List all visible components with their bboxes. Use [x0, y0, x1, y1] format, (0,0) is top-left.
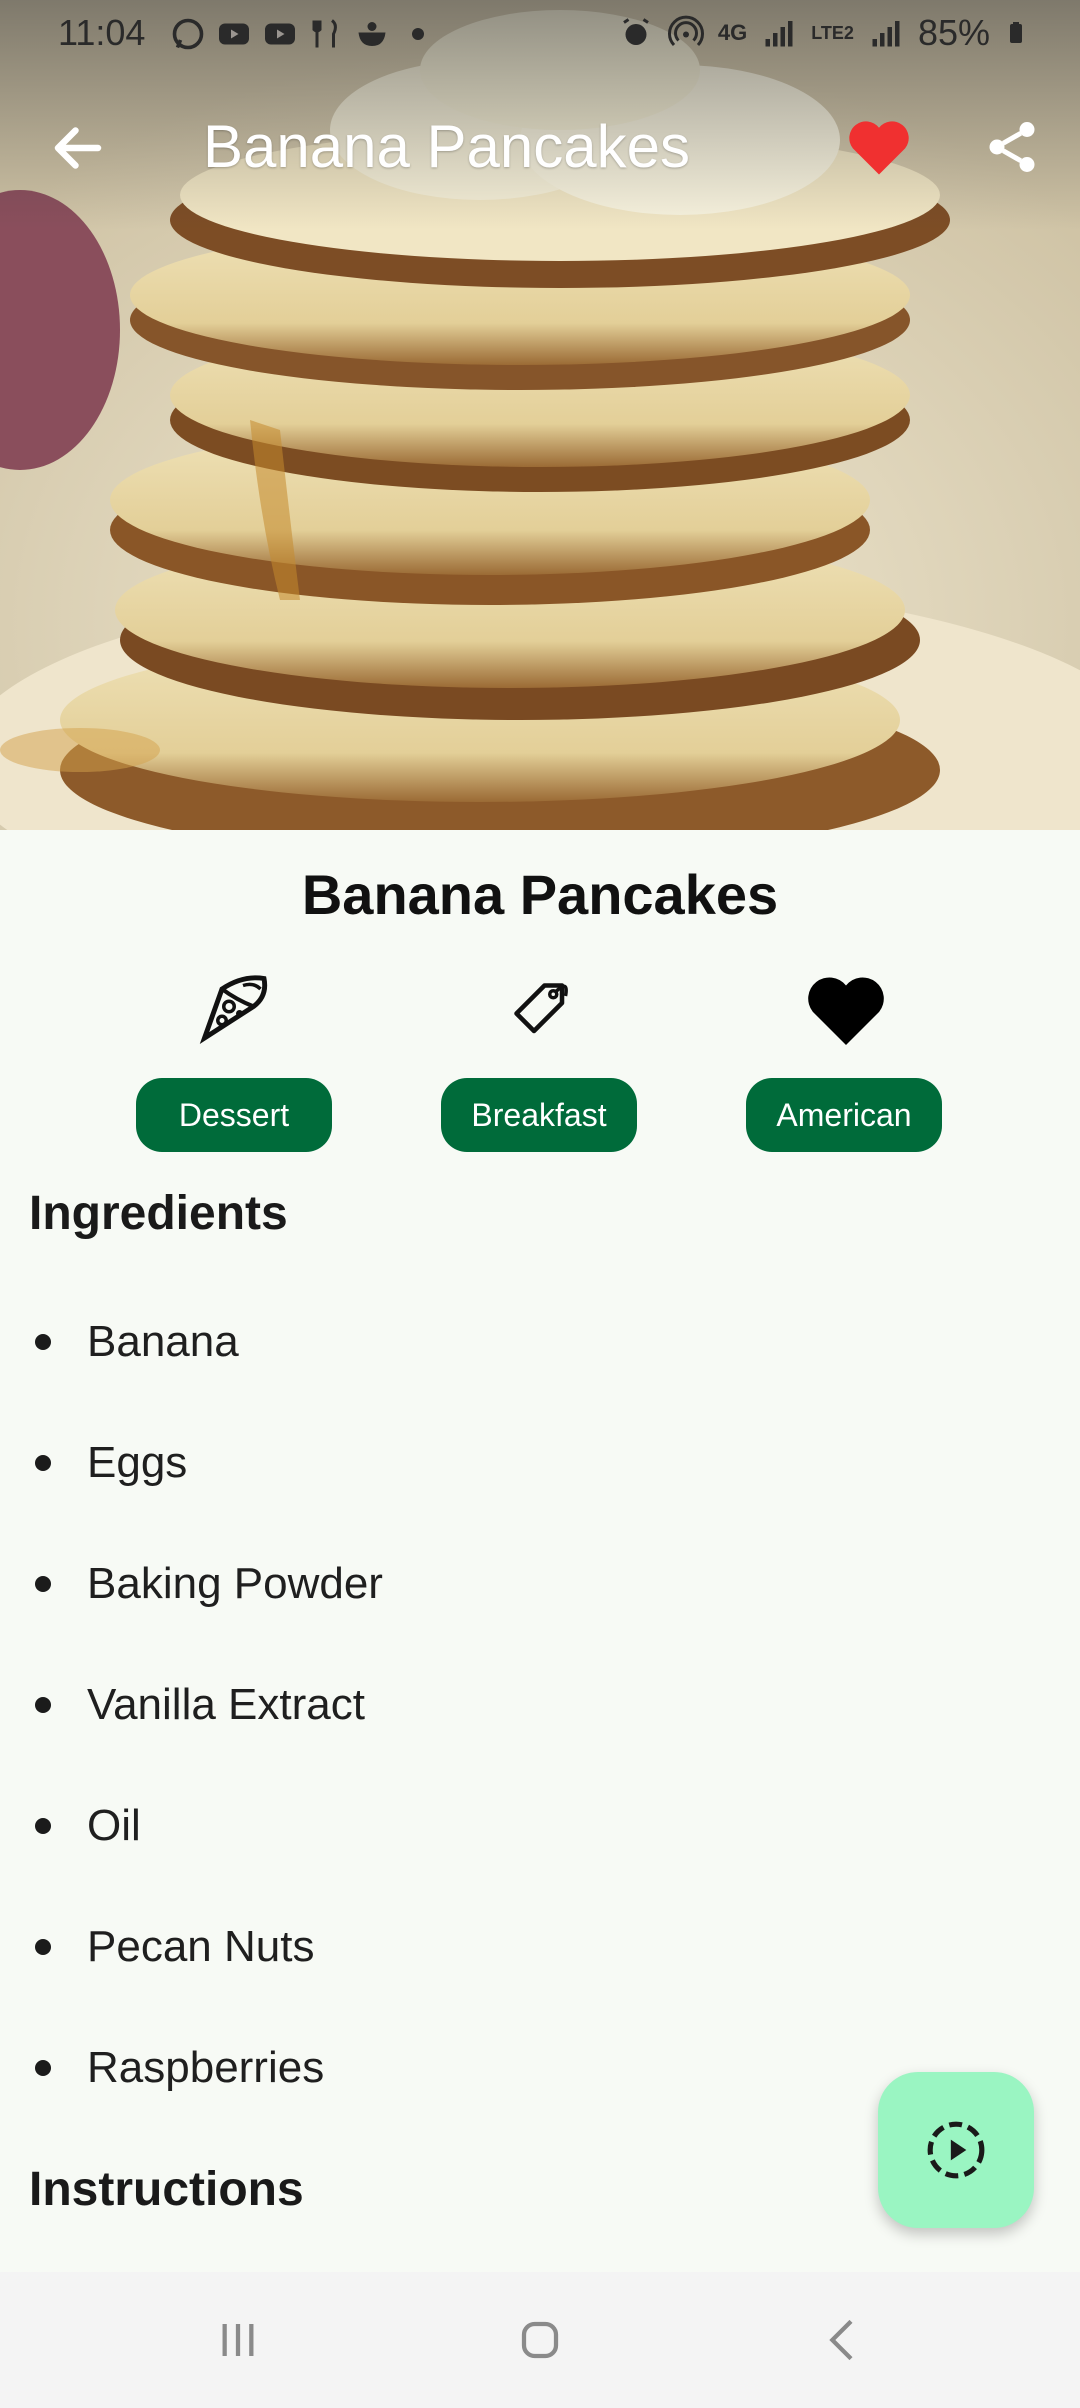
network-type: 4G: [717, 20, 748, 45]
restaurant-icon: [312, 19, 337, 48]
ingredient-label: Banana: [87, 1317, 239, 1366]
youtube-icon: [265, 23, 295, 45]
share-icon[interactable]: [982, 116, 1042, 178]
status-bar: 11:04 4G LTE2 85%: [0, 0, 1080, 70]
play-circle-icon: [927, 2121, 985, 2179]
bullet-icon: [35, 1697, 51, 1713]
bullet-icon: [35, 1334, 51, 1350]
tag-chip-breakfast[interactable]: Breakfast: [441, 1078, 637, 1152]
bowl-icon: [358, 22, 386, 46]
heart-icon: [808, 977, 884, 1045]
dot-icon: [412, 28, 424, 40]
tag-chip-american[interactable]: American: [746, 1078, 942, 1152]
bullet-icon: [35, 1818, 51, 1834]
ingredient-item: Banana: [29, 1312, 239, 1372]
ingredient-label: Oil: [87, 1801, 141, 1850]
top-app-bar: Banana Pancakes: [0, 90, 1080, 210]
home-icon[interactable]: [505, 2308, 575, 2372]
signal-icon: [765, 21, 793, 47]
heart-icon[interactable]: [846, 116, 912, 178]
ingredient-item: Pecan Nuts: [29, 1917, 314, 1977]
ingredient-item: Eggs: [29, 1433, 187, 1493]
tag-breakfast: Breakfast: [441, 968, 637, 1152]
play-video-button[interactable]: [878, 2072, 1034, 2228]
battery-icon: [1010, 22, 1022, 43]
signal-icon: [872, 21, 900, 47]
ingredient-item: Vanilla Extract: [29, 1675, 365, 1735]
bullet-icon: [35, 1576, 51, 1592]
recents-icon[interactable]: [203, 2308, 273, 2372]
ingredient-label: Baking Powder: [87, 1559, 383, 1608]
whatsapp-icon: [172, 18, 204, 50]
ingredient-label: Raspberries: [87, 2043, 325, 2092]
bullet-icon: [35, 1455, 51, 1471]
youtube-icon: [219, 23, 249, 45]
bullet-icon: [35, 2060, 51, 2076]
hotspot-icon: [667, 15, 704, 47]
back-icon[interactable]: [808, 2308, 878, 2372]
ingredient-label: Pecan Nuts: [87, 1922, 315, 1971]
tag-american: American: [746, 968, 942, 1152]
ingredients-heading: Ingredients: [29, 1187, 288, 1240]
system-status-icons: 4G LTE2 85%: [618, 12, 1028, 54]
sim2-label: LTE2: [811, 22, 854, 43]
notification-icons: [170, 16, 436, 52]
ingredient-label: Vanilla Extract: [87, 1680, 365, 1729]
tag-chip-dessert[interactable]: Dessert: [136, 1078, 332, 1152]
alarm-icon: [623, 18, 649, 45]
tag-dessert: Dessert: [136, 968, 332, 1152]
system-nav-bar: [0, 2272, 1080, 2408]
recipe-title: Banana Pancakes: [301, 863, 779, 926]
app-bar-title: Banana Pancakes: [203, 113, 691, 180]
back-arrow-icon[interactable]: [48, 118, 108, 178]
instructions-heading: Instructions: [29, 2163, 304, 2216]
pizza-icon: [199, 975, 268, 1044]
ingredient-label: Eggs: [87, 1438, 188, 1487]
ingredient-item: Oil: [29, 1796, 141, 1856]
ingredient-item: Baking Powder: [29, 1554, 383, 1614]
tag-icon: [514, 983, 568, 1034]
status-time: 11:04: [58, 12, 146, 53]
bullet-icon: [35, 1939, 51, 1955]
ingredient-item: Raspberries: [29, 2038, 324, 2098]
battery-percent: 85%: [917, 12, 990, 53]
